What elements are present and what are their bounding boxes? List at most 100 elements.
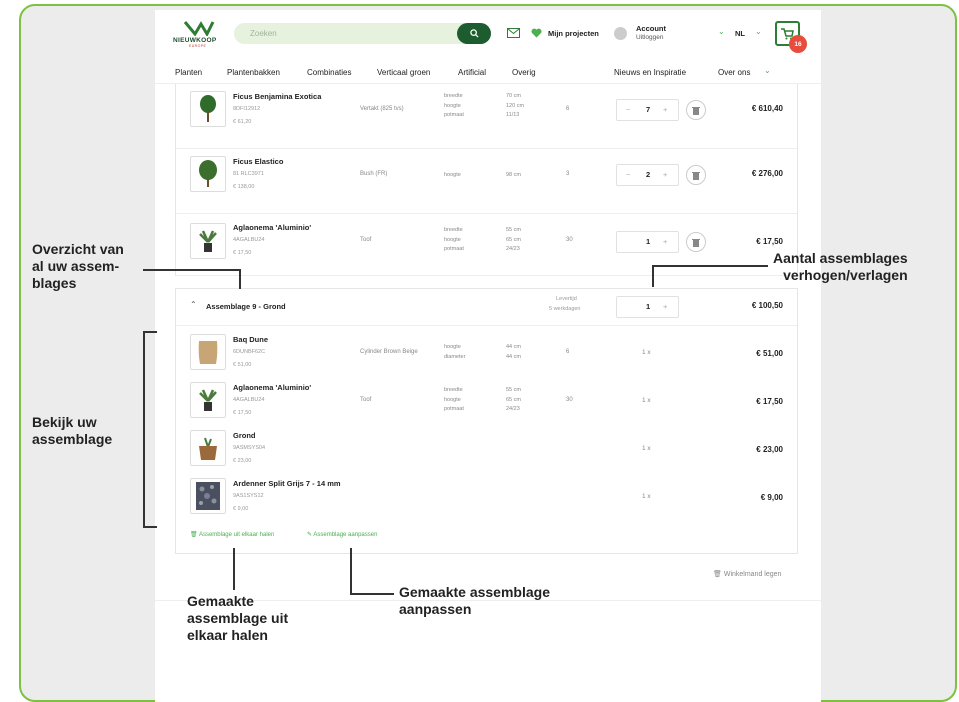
delete-button[interactable] bbox=[686, 232, 706, 252]
annotation-line bbox=[350, 593, 394, 595]
per-assembly-qty: 1 x bbox=[642, 349, 651, 356]
product-name[interactable]: Ficus Elastico bbox=[233, 157, 283, 166]
assembly-title[interactable]: Assemblage 9 - Grond bbox=[206, 302, 286, 311]
row-total: € 17,50 bbox=[756, 397, 783, 406]
nav-overig[interactable]: Overig bbox=[512, 68, 536, 77]
product-type: Toof bbox=[360, 397, 372, 403]
delete-button[interactable] bbox=[686, 100, 706, 120]
product-dim-values: 98 cm bbox=[506, 172, 521, 178]
product-pack-qty: 3 bbox=[566, 171, 570, 177]
split-assembly-button[interactable]: 🗑 Assemblage uit elkaar halen bbox=[190, 531, 274, 538]
row-total: € 276,00 bbox=[751, 169, 783, 178]
search-input[interactable] bbox=[234, 23, 444, 44]
product-thumbnail[interactable] bbox=[190, 223, 226, 259]
logo-icon[interactable] bbox=[181, 20, 217, 36]
product-pack-qty: 30 bbox=[566, 397, 573, 403]
logout-link[interactable]: Uitloggen bbox=[636, 34, 663, 41]
annotation-line bbox=[239, 269, 241, 289]
heart-icon bbox=[531, 28, 542, 38]
product-sku: 6DUNBF62C bbox=[233, 349, 266, 355]
nav-combinaties[interactable]: Combinaties bbox=[307, 68, 351, 77]
row-total: € 51,00 bbox=[756, 349, 783, 358]
row-total: € 17,50 bbox=[756, 237, 783, 246]
nav-plantenbakken[interactable]: Plantenbakken bbox=[227, 68, 280, 77]
mail-icon[interactable] bbox=[507, 28, 520, 38]
product-thumbnail[interactable] bbox=[190, 430, 226, 466]
my-projects-link[interactable]: Mijn projecten bbox=[548, 29, 599, 38]
account-link[interactable]: Account bbox=[636, 24, 666, 33]
annotation-edit: Gemaakte assemblage aanpassen bbox=[399, 584, 550, 617]
annotation-overview: Overzicht van al uw assem-blages bbox=[32, 241, 124, 291]
increase-button[interactable]: + bbox=[663, 237, 667, 246]
chevron-up-icon[interactable]: ⌃ bbox=[190, 300, 197, 309]
search-bar bbox=[234, 23, 491, 44]
assembly-divider bbox=[176, 325, 797, 326]
nav-nieuws-inspiratie[interactable]: Nieuws en Inspiratie bbox=[614, 68, 686, 77]
nav-verticaal-groen[interactable]: Verticaal groen bbox=[377, 68, 430, 77]
delivery-label: Levertijd bbox=[556, 296, 577, 302]
product-name[interactable]: Ardenner Split Grijs 7 - 14 mm bbox=[233, 479, 341, 488]
product-dim-labels: breedte hoogte potmaat bbox=[444, 387, 464, 412]
product-type: Cylinder Brown Beige bbox=[360, 349, 418, 355]
increase-button[interactable]: + bbox=[663, 105, 667, 114]
product-name[interactable]: Aglaonema 'Aluminio' bbox=[233, 223, 311, 232]
product-pack-qty: 30 bbox=[566, 237, 573, 243]
product-pack-qty: 6 bbox=[566, 349, 570, 355]
decrease-button[interactable]: − bbox=[626, 170, 630, 179]
product-pack-qty: 6 bbox=[566, 106, 570, 112]
product-thumbnail[interactable] bbox=[190, 334, 226, 370]
delivery-value: 5 werkdagen bbox=[549, 306, 581, 312]
product-thumbnail[interactable] bbox=[190, 91, 226, 127]
product-sku: 4AGALBU24 bbox=[233, 237, 265, 243]
logo-text: NIEUWKOOP bbox=[173, 37, 217, 44]
product-name[interactable]: Grond bbox=[233, 431, 256, 440]
delete-button[interactable] bbox=[686, 165, 706, 185]
chevron-down-icon[interactable]: ⌄ bbox=[764, 66, 771, 75]
plant-icon bbox=[199, 160, 217, 187]
nav-artificial[interactable]: Artificial bbox=[458, 68, 486, 77]
plant-icon bbox=[200, 95, 216, 122]
cart-count-badge: 16 bbox=[789, 35, 807, 53]
annotation-line bbox=[143, 331, 145, 527]
empty-cart-button[interactable]: 🗑 Winkelmand legen bbox=[713, 570, 781, 578]
product-name[interactable]: Ficus Benjamina Exotica bbox=[233, 92, 321, 101]
plant-icon bbox=[199, 230, 217, 252]
chevron-down-icon[interactable]: ⌄ bbox=[718, 27, 725, 36]
avatar[interactable] bbox=[614, 27, 627, 40]
per-assembly-qty: 1 x bbox=[642, 493, 651, 500]
increase-button[interactable]: + bbox=[663, 170, 667, 179]
decrease-button[interactable]: − bbox=[626, 105, 630, 114]
quantity-value: 7 bbox=[646, 105, 651, 114]
product-dim-values: 70 cm 120 cm 11/13 bbox=[506, 93, 525, 118]
product-type: Toof bbox=[360, 237, 372, 243]
product-unit-price: € 17,50 bbox=[233, 250, 252, 256]
nav-over-ons[interactable]: Over ons bbox=[718, 68, 750, 77]
product-sku: 81 RLC3971 bbox=[233, 171, 264, 177]
quantity-value: 2 bbox=[646, 170, 651, 179]
trash-icon: 🗑 bbox=[190, 532, 199, 538]
edit-assembly-button[interactable]: ✎ Assemblage aanpassen bbox=[307, 531, 377, 538]
search-button[interactable] bbox=[457, 23, 491, 44]
language-select[interactable]: NL bbox=[735, 29, 745, 38]
quantity-value: 1 bbox=[646, 237, 651, 246]
product-sku: 9ASMSYS04 bbox=[233, 445, 266, 451]
nav-planten[interactable]: Planten bbox=[175, 68, 202, 77]
product-name[interactable]: Aglaonema 'Aluminio' bbox=[233, 383, 311, 392]
annotation-line bbox=[233, 548, 235, 590]
product-thumbnail[interactable] bbox=[190, 478, 226, 514]
quantity-stepper: − 7 + bbox=[616, 99, 679, 121]
annotation-line bbox=[143, 526, 157, 528]
logo-subtext: EUROPE bbox=[189, 44, 207, 48]
product-sku: 4AGALBU24 bbox=[233, 397, 265, 403]
product-thumbnail[interactable] bbox=[190, 156, 226, 192]
product-dim-labels: breedte hoogte potmaat bbox=[444, 227, 464, 252]
chevron-down-icon[interactable]: ⌄ bbox=[755, 27, 762, 36]
trash-icon bbox=[692, 171, 700, 180]
assembly-card: ⌃ Assemblage 9 - Grond Levertijd 5 werkd… bbox=[175, 288, 798, 554]
product-unit-price: € 138,00 bbox=[233, 184, 255, 190]
trash-icon bbox=[692, 106, 700, 115]
product-dim-values: 44 cm 44 cm bbox=[506, 344, 521, 360]
product-thumbnail[interactable] bbox=[190, 382, 226, 418]
increase-button[interactable]: + bbox=[663, 302, 667, 311]
product-name[interactable]: Baq Dune bbox=[233, 335, 268, 344]
